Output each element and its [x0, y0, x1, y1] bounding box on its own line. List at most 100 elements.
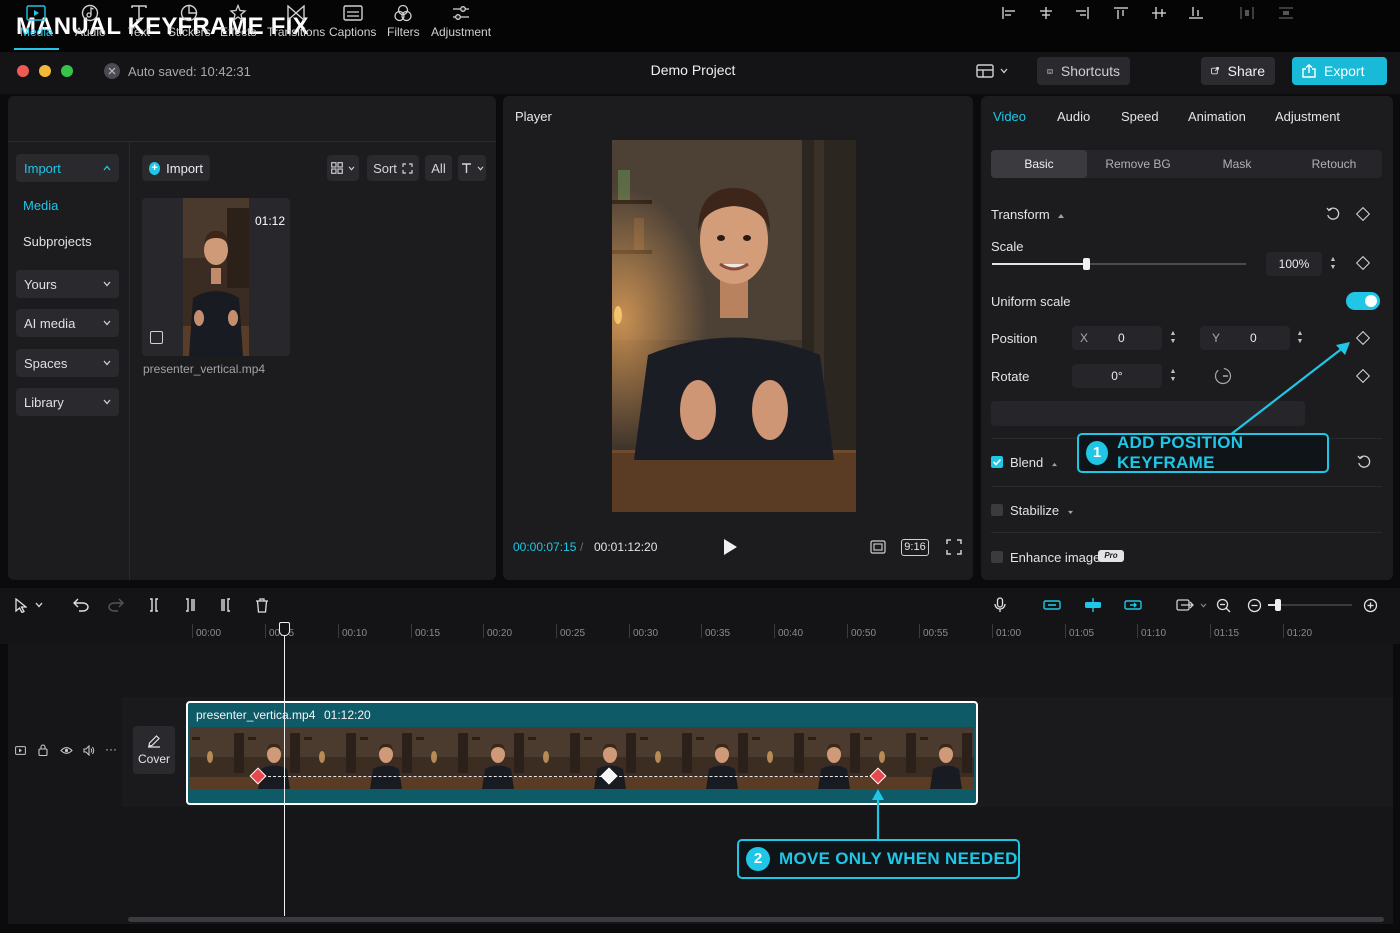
tab-animation[interactable]: Animation	[1188, 109, 1246, 124]
zoom-to-fit-button[interactable]	[1214, 596, 1232, 614]
stabilize-checkbox[interactable]	[991, 504, 1003, 516]
trim-left-button[interactable]	[181, 596, 199, 614]
rotate-stepper[interactable]: ▲ ▼	[1167, 365, 1179, 387]
autosave-text: Auto saved: 10:42:31	[128, 63, 251, 79]
preview-axis-button[interactable]	[1172, 596, 1210, 614]
sidebar-item-ai-media[interactable]: AI media	[16, 309, 119, 337]
auto-ripple-button[interactable]	[1124, 596, 1142, 614]
align-top-icon[interactable]	[1114, 7, 1128, 19]
zoom-slider-handle[interactable]	[1275, 599, 1281, 611]
align-bottom-icon[interactable]	[1189, 7, 1203, 19]
share-button[interactable]: Share	[1201, 57, 1275, 85]
subtab-mask[interactable]: Mask	[1189, 150, 1285, 178]
magnet-snap-button[interactable]	[1084, 596, 1102, 614]
sidebar-item-subprojects[interactable]: Subprojects	[23, 234, 92, 249]
volume-icon[interactable]	[83, 745, 95, 756]
minimize-window-button[interactable]	[39, 65, 51, 77]
fullscreen-icon[interactable]	[946, 539, 962, 555]
subtab-retouch[interactable]: Retouch	[1286, 150, 1382, 178]
align-center-h-icon[interactable]	[1039, 7, 1053, 19]
tab-transitions[interactable]: Transitions	[267, 4, 325, 39]
transform-section[interactable]: Transform	[991, 207, 1065, 222]
split-button[interactable]	[145, 596, 163, 614]
position-x-stepper[interactable]: ▲ ▼	[1167, 327, 1179, 349]
scale-slider-handle[interactable]	[1082, 258, 1090, 270]
eye-icon[interactable]	[60, 746, 73, 755]
undo-button[interactable]	[72, 596, 90, 614]
project-title: Demo Project	[650, 62, 736, 78]
align-middle-v-icon[interactable]	[1152, 7, 1166, 19]
shortcuts-button[interactable]: Shortcuts	[1037, 57, 1130, 85]
tab-filters[interactable]: Filters	[387, 4, 420, 39]
filter-all-button[interactable]: All	[425, 155, 452, 181]
import-media-button[interactable]: + Import	[142, 155, 210, 181]
sidebar-item-import[interactable]: Import	[16, 154, 119, 182]
blend-section[interactable]: Blend	[1010, 455, 1058, 470]
tab-stickers[interactable]: Stickers	[168, 4, 211, 39]
playhead-line[interactable]	[284, 630, 285, 916]
chevron-down-icon	[1000, 68, 1008, 74]
tab-adjustment[interactable]: Adjustment	[431, 4, 491, 39]
tab-prop-adjustment[interactable]: Adjustment	[1275, 109, 1340, 124]
record-voiceover-button[interactable]	[991, 596, 1009, 614]
delete-button[interactable]	[253, 596, 271, 614]
export-button[interactable]: Export	[1292, 57, 1387, 85]
sidebar-item-media[interactable]: Media	[23, 198, 58, 213]
subtab-remove-bg[interactable]: Remove BG	[1090, 150, 1186, 178]
distribute-h-icon[interactable]	[1240, 7, 1254, 19]
zoom-out-button[interactable]	[1245, 596, 1263, 614]
timeline-horizontal-scrollbar[interactable]	[128, 917, 1384, 922]
tab-video[interactable]: Video	[993, 109, 1026, 124]
sidebar-item-library[interactable]: Library	[16, 388, 119, 416]
aspect-ratio-button[interactable]: 9:16	[901, 539, 929, 556]
tab-audio[interactable]: Audio	[75, 4, 106, 39]
position-x-label: X	[1080, 331, 1089, 345]
filmstrip-frame	[806, 727, 862, 789]
scale-slider-fill	[992, 263, 1086, 265]
align-left-icon[interactable]	[1002, 7, 1016, 19]
lock-icon[interactable]	[38, 744, 48, 756]
maximize-window-button[interactable]	[61, 65, 73, 77]
quality-icon[interactable]	[870, 540, 886, 554]
link-clips-button[interactable]	[1043, 596, 1061, 614]
tab-effects[interactable]: Effects	[220, 4, 256, 39]
redo-button[interactable]	[107, 596, 125, 614]
close-window-button[interactable]	[17, 65, 29, 77]
tab-captions[interactable]: Captions	[329, 4, 376, 39]
scale-value-field[interactable]: 100%	[1266, 252, 1322, 276]
enhance-image-checkbox[interactable]	[991, 551, 1003, 563]
trim-right-button[interactable]	[217, 596, 235, 614]
callout-add-position-keyframe: 1 ADD POSITION KEYFRAME	[1077, 433, 1329, 473]
reset-blend-icon[interactable]	[1357, 455, 1371, 469]
scale-stepper[interactable]: ▲ ▼	[1327, 253, 1339, 275]
tab-prop-audio[interactable]: Audio	[1057, 109, 1090, 124]
more-options-icon[interactable]: ···	[105, 742, 117, 756]
blend-checkbox[interactable]	[991, 456, 1003, 468]
select-tool-button[interactable]	[15, 596, 51, 614]
layout-menu-button[interactable]	[976, 60, 1018, 82]
tab-media[interactable]: Media	[14, 4, 59, 50]
tab-text[interactable]: Text	[128, 4, 150, 39]
cover-button[interactable]: Cover	[133, 726, 175, 774]
sidebar-item-yours[interactable]: Yours	[16, 270, 119, 298]
filmstrip-frame	[526, 727, 582, 789]
subtab-basic[interactable]: Basic	[991, 150, 1087, 178]
play-button[interactable]	[722, 538, 738, 556]
filmstrip-frame	[694, 727, 750, 789]
text-type-filter-button[interactable]	[458, 155, 486, 181]
uniform-scale-toggle[interactable]	[1346, 292, 1380, 310]
sort-button[interactable]: Sort	[367, 155, 419, 181]
sidebar-item-spaces[interactable]: Spaces	[16, 349, 119, 377]
distribute-v-icon[interactable]	[1279, 7, 1293, 19]
position-x-field[interactable]: X 0	[1072, 326, 1162, 350]
reset-transform-icon[interactable]	[1326, 207, 1340, 221]
stabilize-section[interactable]: Stabilize	[1010, 503, 1074, 518]
undo-icon	[73, 598, 89, 612]
rotate-value-field[interactable]: 0°	[1072, 364, 1162, 388]
tab-speed[interactable]: Speed	[1121, 109, 1159, 124]
playhead-handle[interactable]	[279, 622, 290, 636]
align-right-icon[interactable]	[1075, 7, 1089, 19]
view-mode-button[interactable]	[327, 155, 359, 181]
zoom-in-button[interactable]	[1361, 596, 1379, 614]
video-preview[interactable]	[612, 140, 856, 512]
